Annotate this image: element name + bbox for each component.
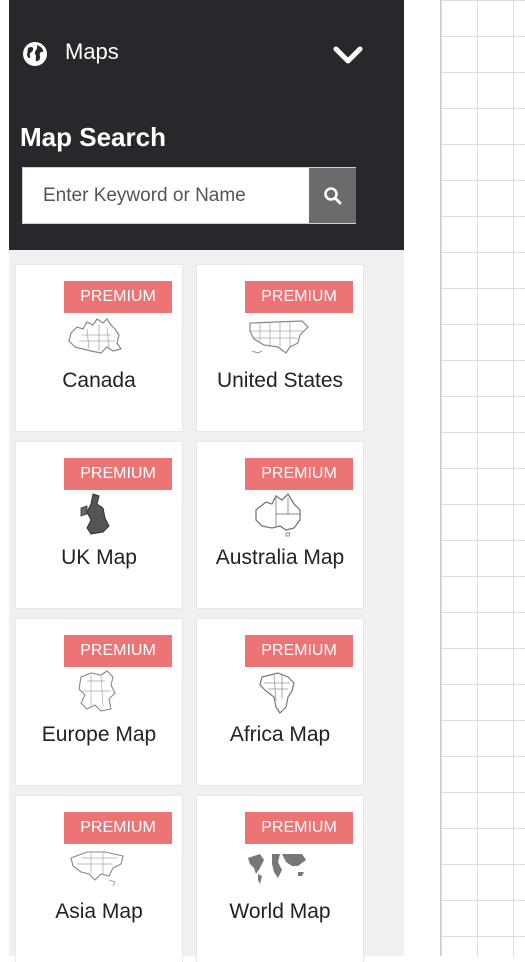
premium-badge: PREMIUM	[64, 281, 172, 313]
map-card-australia[interactable]: PREMIUM Australia Map	[197, 442, 363, 608]
europe-map-thumbnail	[78, 670, 116, 712]
premium-badge: PREMIUM	[64, 812, 172, 844]
premium-badge: PREMIUM	[64, 635, 172, 667]
premium-badge: PREMIUM	[245, 812, 353, 844]
premium-badge: PREMIUM	[245, 458, 353, 490]
map-card-asia[interactable]: PREMIUM Asia Map	[16, 796, 182, 962]
united-states-map-thumbnail	[249, 320, 309, 354]
premium-badge: PREMIUM	[245, 281, 353, 313]
chevron-down-icon[interactable]	[331, 40, 365, 70]
canada-map-thumbnail	[68, 318, 122, 354]
map-search-input[interactable]	[23, 168, 309, 223]
map-card-label: Africa Map	[229, 723, 331, 746]
africa-map-thumbnail	[259, 672, 295, 714]
search-button[interactable]	[309, 168, 356, 223]
globe-icon	[23, 42, 47, 66]
map-card-canada[interactable]: PREMIUM Canada	[16, 265, 182, 431]
map-card-united-states[interactable]: PREMIUM United States	[197, 265, 363, 431]
search-icon	[323, 186, 341, 204]
map-card-label: UK Map	[61, 546, 137, 569]
maps-panel-title: Maps	[65, 39, 119, 64]
map-search-title: Map Search	[20, 122, 166, 152]
australia-map-thumbnail	[255, 492, 301, 537]
map-search-box	[22, 167, 356, 224]
map-card-uk[interactable]: PREMIUM UK Map	[16, 442, 182, 608]
maps-panel-toggle[interactable]: Maps	[9, 25, 404, 85]
world-map-thumbnail	[248, 854, 306, 884]
map-card-label: Australia Map	[215, 546, 345, 569]
asia-map-thumbnail	[70, 851, 124, 887]
map-card-europe[interactable]: PREMIUM Europe Map	[16, 619, 182, 785]
map-card-label: United States	[216, 369, 344, 392]
premium-badge: PREMIUM	[245, 635, 353, 667]
canvas-grid[interactable]	[440, 0, 525, 956]
map-card-africa[interactable]: PREMIUM Africa Map	[197, 619, 363, 785]
sidebar-header: Maps Map Search	[9, 0, 404, 250]
premium-badge: PREMIUM	[64, 458, 172, 490]
map-card-label: World Map	[229, 900, 331, 923]
map-card-label: Europe Map	[41, 723, 157, 746]
maps-sidebar: Maps Map Search PREMIUM Canada PREMIUM	[9, 0, 404, 962]
map-card-label: Asia Map	[55, 900, 143, 923]
uk-map-thumbnail	[80, 493, 110, 535]
map-card-label: Canada	[62, 369, 136, 392]
map-card-world[interactable]: PREMIUM World Map	[197, 796, 363, 962]
